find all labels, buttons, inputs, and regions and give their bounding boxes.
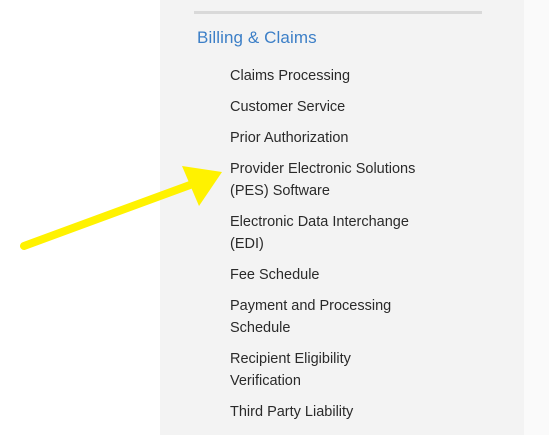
nav-link-edi[interactable]: Electronic Data Interchange (EDI) <box>230 211 415 255</box>
nav-link-fee-schedule[interactable]: Fee Schedule <box>230 264 415 286</box>
nav-link-customer-service[interactable]: Customer Service <box>230 96 415 118</box>
section-divider <box>194 11 482 14</box>
nav-link-recipient-eligibility[interactable]: Recipient Eligibility Verification <box>230 348 415 392</box>
nav-link-payment-processing-schedule[interactable]: Payment and Processing Schedule <box>230 295 415 339</box>
section-heading-billing-claims[interactable]: Billing & Claims <box>197 28 317 48</box>
nav-link-third-party-liability[interactable]: Third Party Liability <box>230 401 415 423</box>
nav-link-pes-software[interactable]: Provider Electronic Solutions (PES) Soft… <box>230 158 415 202</box>
nav-link-claims-processing[interactable]: Claims Processing <box>230 65 415 87</box>
nav-link-prior-authorization[interactable]: Prior Authorization <box>230 127 415 149</box>
billing-claims-nav-list: Claims Processing Customer Service Prior… <box>230 65 415 432</box>
content-edge <box>524 0 549 435</box>
